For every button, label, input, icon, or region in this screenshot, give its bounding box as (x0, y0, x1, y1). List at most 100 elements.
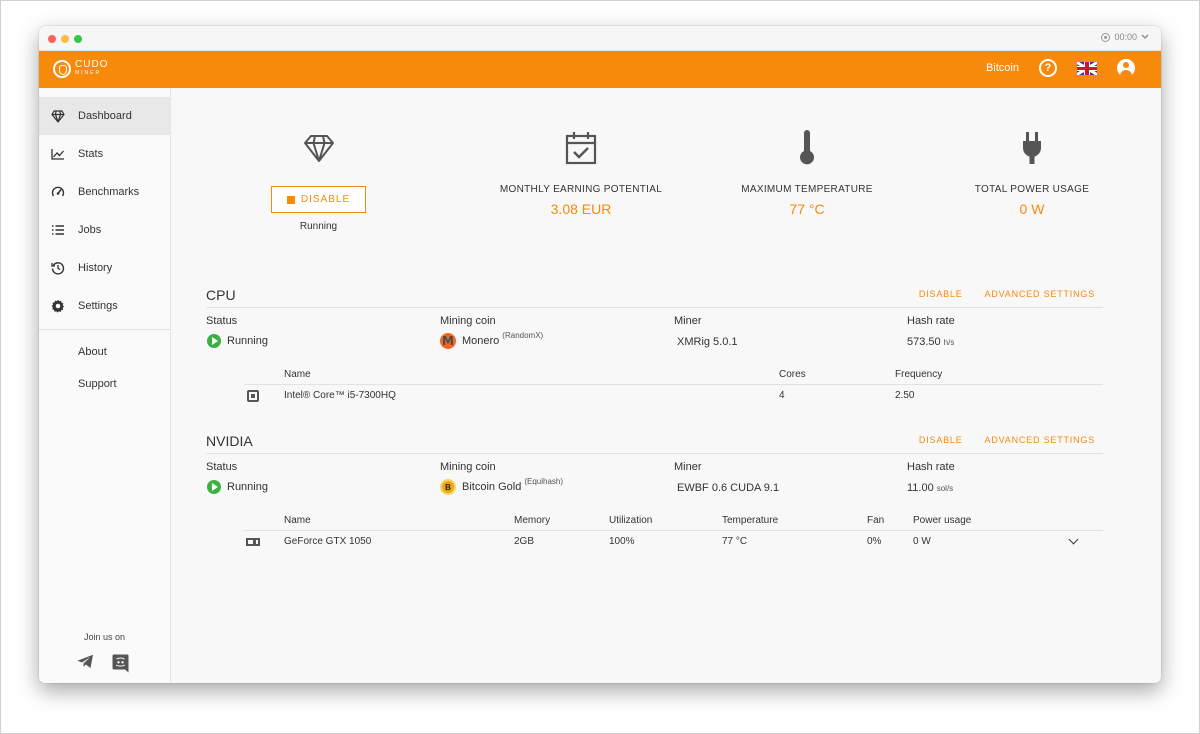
cpu-section-actions: DISABLE ADVANCED SETTINGS (919, 289, 1095, 299)
stop-icon (286, 195, 295, 204)
close-window-button[interactable] (48, 35, 56, 43)
cpu-coin-value: Monero (RandomX) (440, 331, 544, 349)
nvidia-hash-text: 11.00 (907, 482, 934, 494)
uk-flag-icon[interactable] (1077, 61, 1097, 75)
cpu-table-divider (244, 384, 1103, 385)
running-icon (207, 334, 221, 348)
running-icon (207, 480, 221, 494)
cudo-miner-logo: CUDO MINER (53, 60, 108, 78)
gpu-col-temperature: Temperature (722, 515, 779, 526)
dashboard-main: DISABLE Running MONTHLY EARNING POTENTIA… (171, 88, 1161, 683)
cpu-disable-button[interactable]: DISABLE (919, 289, 963, 299)
bitcoin-gold-coin-icon: B (440, 479, 456, 495)
disable-mining-button[interactable]: DISABLE (271, 186, 366, 213)
minimize-window-button[interactable] (61, 35, 69, 43)
title-bar: 00:00 (39, 26, 1161, 51)
account-icon[interactable] (1117, 59, 1135, 77)
nvidia-section-title: NVIDIA (206, 433, 253, 449)
recording-timer[interactable]: 00:00 (1101, 32, 1149, 42)
sidebar-divider (39, 329, 170, 330)
cpu-status-value: Running (207, 334, 268, 348)
cpu-status-label: Status (206, 315, 238, 327)
maximize-window-button[interactable] (74, 35, 82, 43)
cpu-miner-value: XMRig 5.0.1 (677, 336, 738, 348)
mining-status-text: Running (299, 221, 338, 232)
header-actions: Bitcoin ? (986, 59, 1135, 77)
disable-label: DISABLE (300, 194, 351, 205)
nvidia-miner-value: EWBF 0.6 CUDA 9.1 (677, 482, 779, 494)
total-power-card: TOTAL POWER USAGE 0 W (907, 132, 1157, 217)
gpu-fan-cell: 0% (867, 536, 882, 547)
sidebar-item-label: Benchmarks (78, 186, 140, 198)
gpu-utilization-cell: 100% (609, 536, 635, 547)
gpu-memory-cell: 2GB (514, 536, 535, 547)
total-power-label: TOTAL POWER USAGE (974, 184, 1090, 195)
logo-mark-icon (53, 60, 71, 78)
sidebar-item-label: Dashboard (78, 110, 132, 122)
cpu-cores-cell: 4 (779, 390, 785, 401)
sidebar-item-label: Jobs (78, 224, 102, 236)
gpu-power-cell: 0 W (913, 536, 931, 547)
nvidia-hash-unit: sol/s (936, 483, 954, 493)
cpu-name-cell: Intel® Core™ i5-7300HQ (284, 390, 396, 401)
cpu-chip-icon (247, 390, 259, 402)
total-power-value: 0 W (1019, 201, 1045, 217)
gpu-name-cell: GeForce GTX 1050 (284, 536, 372, 547)
app-window: 00:00 CUDO MINER Bitcoin ? Dashboard Sta… (39, 26, 1161, 683)
expand-row-chevron-icon[interactable] (1068, 534, 1079, 545)
timer-text: 00:00 (1114, 32, 1137, 42)
gpu-card-icon (246, 538, 260, 546)
diamond-icon (270, 132, 367, 164)
history-icon (51, 261, 65, 275)
power-plug-icon (907, 132, 1157, 164)
record-icon (1101, 32, 1111, 42)
cpu-hash-label: Hash rate (907, 315, 955, 327)
monthly-earning-value: 3.08 EUR (550, 201, 612, 217)
sidebar-item-label: History (78, 262, 113, 274)
discord-icon[interactable] (112, 654, 129, 673)
sidebar-item-label: Settings (78, 300, 118, 312)
gpu-col-utilization: Utilization (609, 515, 653, 526)
gpu-col-power: Power usage (913, 515, 972, 526)
nvidia-advanced-settings-button[interactable]: ADVANCED SETTINGS (985, 435, 1095, 445)
cpu-hash-unit: h/s (943, 337, 955, 347)
sidebar-item-benchmarks[interactable]: Benchmarks (39, 173, 170, 211)
chevron-down-icon (1141, 34, 1149, 39)
monero-coin-icon (440, 333, 456, 349)
diamond-icon (51, 109, 65, 123)
telegram-icon[interactable] (77, 654, 94, 669)
cpu-col-cores: Cores (779, 369, 806, 380)
sidebar-item-jobs[interactable]: Jobs (39, 211, 170, 249)
cpu-col-name: Name (284, 369, 311, 380)
nvidia-coin-text: Bitcoin Gold (462, 481, 522, 493)
cpu-hash-text: 573.50 (907, 336, 941, 348)
cpu-miner-label: Miner (674, 315, 702, 327)
cpu-algo-text: (RandomX) (502, 331, 544, 340)
nvidia-hash-label: Hash rate (907, 461, 955, 473)
help-icon[interactable]: ? (1039, 59, 1057, 77)
sidebar-item-history[interactable]: History (39, 249, 170, 287)
cpu-col-frequency: Frequency (895, 369, 943, 380)
cpu-miner-text: XMRig 5.0.1 (677, 336, 738, 348)
gpu-col-fan: Fan (867, 515, 885, 526)
sidebar-item-settings[interactable]: Settings (39, 287, 170, 325)
cpu-coin-label: Mining coin (440, 315, 496, 327)
coin-link[interactable]: Bitcoin (986, 62, 1019, 74)
gpu-table-divider (244, 530, 1103, 531)
thermometer-icon (682, 130, 932, 165)
line-chart-icon (51, 148, 65, 160)
sidebar-item-dashboard[interactable]: Dashboard (39, 97, 170, 135)
about-link[interactable]: About (78, 346, 107, 358)
cpu-frequency-cell: 2.50 (895, 390, 915, 401)
logo-subtext: MINER (75, 70, 102, 76)
cpu-section-divider (206, 307, 1103, 308)
max-temperature-card: MAXIMUM TEMPERATURE 77 °C (682, 130, 932, 217)
cpu-hash-value: 573.50 h/s (907, 336, 954, 348)
sidebar-item-stats[interactable]: Stats (39, 135, 170, 173)
nvidia-disable-button[interactable]: DISABLE (919, 435, 963, 445)
nvidia-section-actions: DISABLE ADVANCED SETTINGS (919, 435, 1095, 445)
calendar-check-icon (456, 132, 706, 165)
support-link[interactable]: Support (78, 378, 117, 390)
cpu-advanced-settings-button[interactable]: ADVANCED SETTINGS (985, 289, 1095, 299)
gpu-temperature-cell: 77 °C (722, 536, 748, 547)
